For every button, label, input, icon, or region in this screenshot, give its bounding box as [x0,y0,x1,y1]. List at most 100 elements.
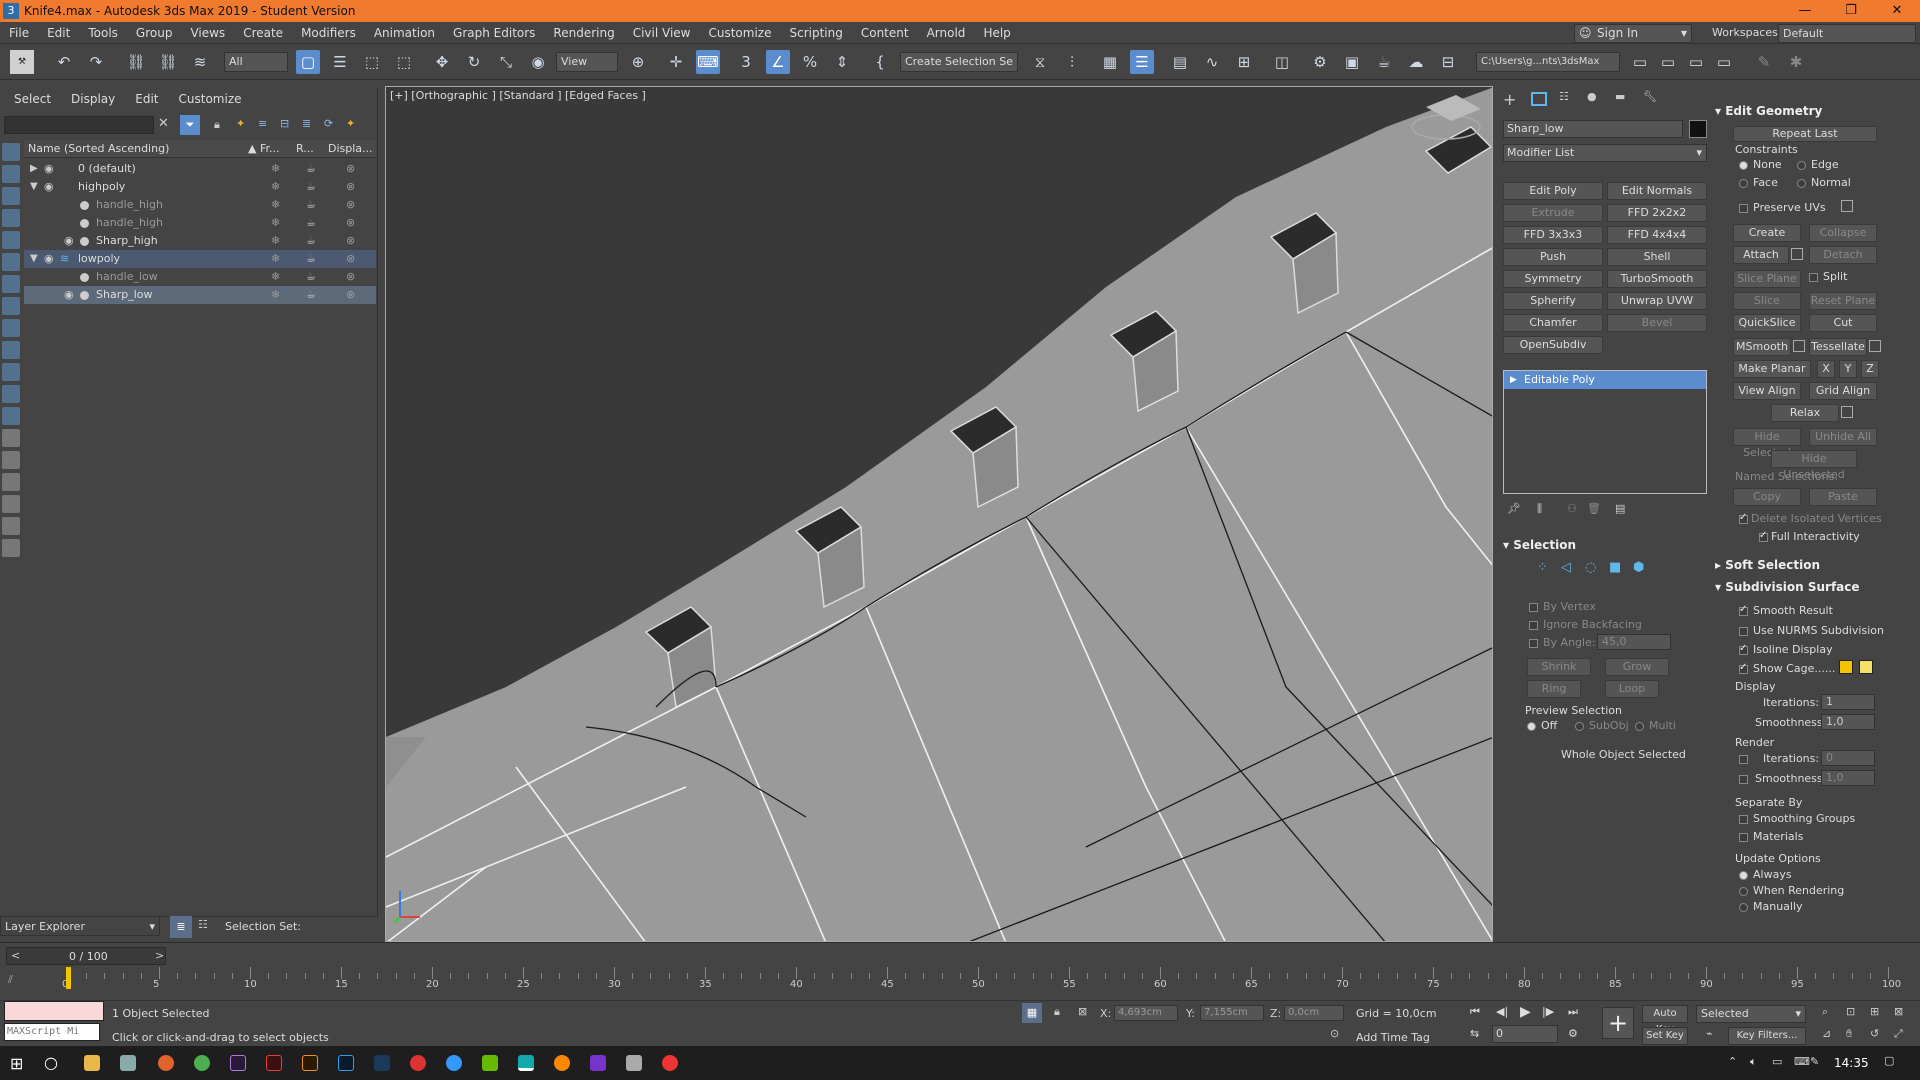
render-smoothness-spinner[interactable]: 1,0 [1821,770,1875,786]
selection-set-icon[interactable]: ☷ [198,918,208,931]
photoshop-icon[interactable] [338,1055,354,1071]
materials-checkbox[interactable] [1739,833,1748,842]
display-icon[interactable]: ⊗ [346,196,355,214]
display-icon[interactable]: ⊗ [346,268,355,286]
next-frame-icon[interactable]: > [155,949,164,962]
expand-icon[interactable]: ▶ [1510,371,1517,389]
msmooth-button[interactable]: MSmooth [1733,338,1791,356]
layer-hierarchy-icon[interactable]: ⊟ [280,117,289,130]
goto-end-icon[interactable]: ⏭ [1568,1005,1578,1019]
teapot-icon[interactable]: ☕ [306,178,316,196]
display-tab-icon[interactable]: ▬ [1615,90,1625,103]
opensubdiv-button[interactable]: OpenSubdiv [1503,336,1603,354]
maximize-viewport-icon[interactable]: ⤢ [1894,1027,1903,1041]
soft-selection-rollout-header[interactable]: ▸ Soft Selection [1715,558,1820,572]
display-spacewarps-icon[interactable] [2,275,20,293]
pivot-center-icon[interactable]: ⊕ [626,50,650,74]
relax-button[interactable]: Relax [1771,404,1839,422]
grid-align-button[interactable]: Grid Align [1809,382,1877,400]
menu-file[interactable]: File [0,22,38,44]
freeze-icon[interactable]: ❄ [271,196,280,214]
display-all-icon[interactable] [2,143,20,161]
reset-plane-button[interactable]: Reset Plane [1809,292,1877,310]
use-nurms-checkbox[interactable] [1739,627,1748,636]
tree-row-highpoly[interactable]: ▼ ◉ highpoly ❄ ☕ ⊗ [24,178,376,196]
menu-arnold[interactable]: Arnold [918,22,975,44]
display-geometry-icon[interactable] [2,165,20,183]
align-icon[interactable]: ⫶ [1060,50,1084,74]
track-bar[interactable]: 0510152025303540455055606570758085909510… [40,967,1920,997]
detach-button[interactable]: Detach [1809,246,1877,264]
menu-customize[interactable]: Customize [699,22,780,44]
repeat-last-button[interactable]: Repeat Last [1733,126,1877,142]
zoom-all-icon[interactable]: ⊡ [1846,1005,1855,1018]
eye-icon[interactable]: ◉ [44,178,54,196]
se-menu-edit[interactable]: Edit [135,92,158,106]
wand-icon[interactable]: ✱ [1784,50,1808,74]
planar-x-button[interactable]: X [1817,360,1835,378]
unwrap-uvw-button[interactable]: Unwrap UVW [1607,292,1707,310]
app-icon[interactable]: 3 [3,3,19,19]
selection-lock-icon[interactable]: 🔒︎ [1054,1005,1060,1019]
update-manually-radio[interactable] [1739,903,1748,912]
nvidia-icon[interactable] [482,1055,498,1071]
smoothing-groups-checkbox[interactable] [1739,815,1748,824]
cage-color-swatch-2[interactable] [1859,660,1873,674]
display-icon[interactable]: ⊗ [346,232,355,250]
bind-space-warp-icon[interactable]: ≋ [188,50,212,74]
delete-isolated-checkbox[interactable] [1739,512,1748,524]
constraint-none-radio[interactable] [1739,161,1748,170]
preview-multi-radio[interactable] [1635,722,1644,731]
cut-button[interactable]: Cut [1809,314,1877,332]
collapse-button[interactable]: Collapse [1809,224,1877,242]
paste-button[interactable]: Paste [1809,488,1877,506]
preview-off-radio[interactable] [1527,722,1536,731]
rotate-icon[interactable]: ↻ [462,50,486,74]
selection-rollout-header[interactable]: ▾ Selection [1503,538,1576,552]
file-explorer-icon[interactable] [84,1055,100,1071]
stack-item-editable-poly[interactable]: ▶ Editable Poly [1504,371,1706,389]
folder-icon[interactable] [2,539,20,557]
symmetry-button[interactable]: Symmetry [1503,270,1603,288]
vertex-mode-icon[interactable]: ⁘ [1537,560,1548,575]
show-cage-checkbox[interactable] [1739,662,1748,674]
display-smoothness-spinner[interactable]: 1,0 [1821,714,1875,730]
menu-animation[interactable]: Animation [365,22,444,44]
time-slider[interactable]: < 0 / 100 > [6,947,166,965]
firefox-icon[interactable] [158,1055,174,1071]
blender-icon[interactable] [554,1055,570,1071]
tree-row-handle-low[interactable]: handle_low ❄ ☕ ⊗ [24,268,376,286]
project-icon-4[interactable]: ▭ [1712,50,1736,74]
filter-funnel-icon[interactable] [2,495,20,513]
shell-button[interactable]: Shell [1607,248,1707,266]
object-name-input[interactable]: Sharp_low [1503,120,1683,138]
tree-row-lowpoly[interactable]: ▼ ◉ ≋ lowpoly ❄ ☕ ⊗ [24,250,376,268]
3dsmax-taskbar-icon[interactable] [518,1055,534,1071]
preserve-uvs-checkbox[interactable] [1739,204,1748,213]
display-influences-icon[interactable] [2,473,20,491]
display-none-icon[interactable] [2,429,20,447]
hide-unselected-button[interactable]: Hide Unselected [1771,450,1857,481]
opera-icon[interactable] [410,1055,426,1071]
col-display-header[interactable]: Displa... [328,142,373,155]
teapot-icon[interactable]: ☕ [306,268,316,286]
display-frozen-icon[interactable] [2,385,20,403]
volume-icon[interactable]: 🔈︎ [1750,1055,1757,1069]
attach-list-icon[interactable] [1791,248,1803,260]
split-checkbox[interactable] [1809,273,1818,282]
goto-start-icon[interactable]: ⏮ [1470,1005,1480,1019]
edge-mode-icon[interactable]: ◁ [1561,560,1571,575]
teapot-icon[interactable]: ☕ [306,196,316,214]
app-icon-grey[interactable] [626,1055,642,1071]
bevel-button[interactable]: Bevel [1607,314,1707,332]
windows-start-icon[interactable]: ⊞ [10,1054,23,1073]
maxscript-mini-listener[interactable]: MAXScript Mi [4,1023,100,1041]
display-helpers-icon[interactable] [2,253,20,271]
extrude-button[interactable]: Extrude [1503,204,1603,222]
by-angle-spinner[interactable]: 45,0 [1597,634,1671,650]
eye-icon[interactable]: ◉ [44,160,54,178]
ffd-2x2x2-button[interactable]: FFD 2x2x2 [1607,204,1707,222]
notifications-icon[interactable]: ▢ [1884,1054,1894,1067]
render-production-icon[interactable]: ☕ [1372,50,1396,74]
render-smoothness-checkbox[interactable] [1739,775,1748,784]
